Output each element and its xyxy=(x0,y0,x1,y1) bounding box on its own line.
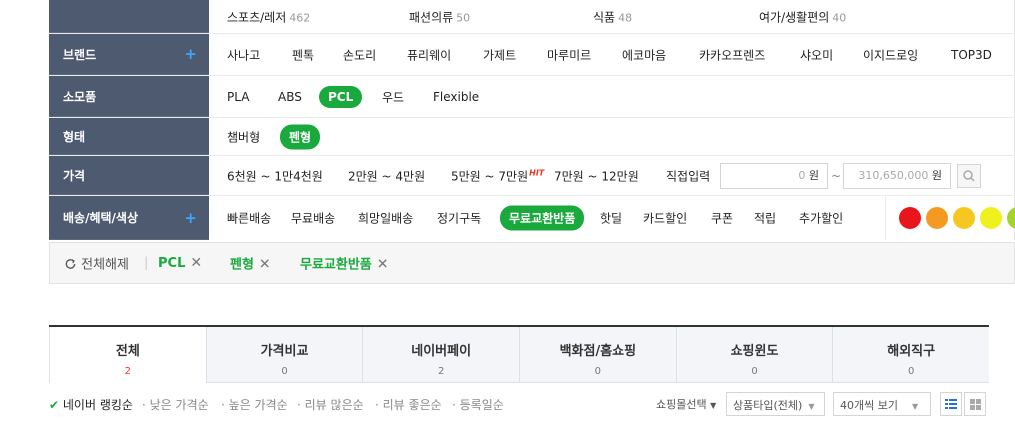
sort-ranking[interactable]: ✔ 네이버 랭킹순 xyxy=(49,396,133,413)
close-icon[interactable]: ✕ xyxy=(190,255,202,271)
grid-view-icon xyxy=(969,398,981,410)
selected-filter-chip[interactable]: 무료교환반품 ✕ xyxy=(300,254,389,273)
delivery-item[interactable]: 적립 xyxy=(754,210,776,227)
sort-bar: ✔ 네이버 랭킹순 · 낮은 가격순 · 높은 가격순 · 리뷰 많은순 · 리… xyxy=(49,392,989,416)
price-separator: ~ xyxy=(831,168,842,183)
delivery-item[interactable]: 희망일배송 xyxy=(358,210,413,227)
sort-review-count[interactable]: · 리뷰 많은순 xyxy=(297,396,364,413)
caret-down-icon: ▼ xyxy=(911,402,919,411)
selected-filter-chip[interactable]: PCL ✕ xyxy=(158,255,202,271)
price-range[interactable]: 7만원 ~ 12만원 xyxy=(554,167,639,184)
color-swatches xyxy=(885,196,1015,240)
color-swatch-orange[interactable] xyxy=(926,207,948,229)
category-item[interactable]: 식품 48 xyxy=(593,8,632,25)
price-search-button[interactable] xyxy=(957,163,981,188)
list-view-icon xyxy=(945,399,957,409)
form-row: 형태 챔버형 펜형 xyxy=(49,118,1015,156)
selected-filters-bar: 전체해제 | PCL ✕ 펜형 ✕ 무료교환반품 ✕ xyxy=(49,242,1015,284)
price-range[interactable]: 2만원 ~ 4만원 xyxy=(348,167,425,184)
brand-row: 브랜드 + 사나고 펜톡 손도리 퓨리웨이 가제트 마루미르 에코마음 카카오프렌… xyxy=(49,34,1015,76)
delivery-item[interactable]: 무료배송 xyxy=(291,210,335,227)
tab-department-store[interactable]: 백화점/홈쇼핑 0 xyxy=(520,327,677,383)
brand-item[interactable]: 퓨리웨이 xyxy=(407,46,451,63)
result-tabs: 전체 2 가격비교 0 네이버페이 2 백화점/홈쇼핑 0 쇼핑윈도 0 해외직구 0 xyxy=(49,325,990,383)
per-page-select[interactable]: 40개씩 보기 ▼ xyxy=(833,392,931,416)
tab-naverpay[interactable]: 네이버페이 2 xyxy=(363,327,521,383)
selected-filter-chip[interactable]: 펜형 ✕ xyxy=(230,254,271,273)
min-price-input[interactable]: 0 원 xyxy=(720,162,828,189)
category-item[interactable]: 스포츠/레저 462 xyxy=(227,8,310,25)
consumable-item[interactable]: 우드 xyxy=(382,88,404,105)
product-type-select[interactable]: 상품타입(전체) ▼ xyxy=(726,392,825,416)
close-icon[interactable]: ✕ xyxy=(259,257,271,273)
category-item[interactable]: 패션의류 50 xyxy=(409,8,470,25)
brand-item[interactable]: 샤오미 xyxy=(800,46,833,63)
consumable-item[interactable]: PLA xyxy=(227,90,249,104)
form-label: 형태 xyxy=(49,118,209,155)
expand-plus-icon[interactable]: + xyxy=(184,209,197,227)
consumable-row: 소모품 PLA ABS PCL 우드 Flexible xyxy=(49,76,1015,118)
delivery-item[interactable]: 정기구독 xyxy=(437,210,481,227)
form-item-selected[interactable]: 펜형 xyxy=(280,124,321,149)
delivery-item[interactable]: 빠른배송 xyxy=(227,210,271,227)
delivery-item[interactable]: 카드할인 xyxy=(643,210,687,227)
reset-filters-button[interactable]: 전체해제 xyxy=(64,254,129,273)
brand-item[interactable]: 카카오프렌즈 xyxy=(699,46,765,63)
price-row: 가격 6천원 ~ 1만4천원 2만원 ~ 4만원 5만원 ~ 7만원HIT 7만… xyxy=(49,156,1015,196)
category-item[interactable]: 여가/생활편의 40 xyxy=(759,8,846,25)
tab-price-compare[interactable]: 가격비교 0 xyxy=(206,327,364,383)
custom-price-label: 직접입력 xyxy=(666,169,711,183)
search-icon xyxy=(963,169,975,182)
color-swatch-red[interactable] xyxy=(899,207,921,229)
delivery-label: 배송/혜택/색상 + xyxy=(49,196,209,240)
close-icon[interactable]: ✕ xyxy=(377,257,389,273)
check-icon: ✔ xyxy=(49,398,60,412)
sort-low-price[interactable]: · 낮은 가격순 xyxy=(142,396,209,413)
category-label-cell xyxy=(49,0,209,33)
tab-overseas[interactable]: 해외직구 0 xyxy=(833,327,990,383)
brand-item[interactable]: TOP3D xyxy=(951,48,992,62)
mall-select-dropdown[interactable]: 쇼핑몰선택 ▼ xyxy=(656,396,716,412)
price-label: 가격 xyxy=(49,156,209,195)
brand-item[interactable]: 사나고 xyxy=(227,46,260,63)
consumable-label: 소모품 xyxy=(49,76,209,117)
consumable-item-selected[interactable]: PCL xyxy=(319,85,363,108)
tab-all[interactable]: 전체 2 xyxy=(49,327,207,383)
color-swatch-gold[interactable] xyxy=(953,207,975,229)
category-row: 스포츠/레저 462 패션의류 50 식품 48 여가/생활편의 40 xyxy=(49,0,1015,34)
brand-item[interactable]: 마루미르 xyxy=(547,46,591,63)
caret-down-icon: ▼ xyxy=(808,402,815,411)
brand-label: 브랜드 + xyxy=(49,34,209,75)
price-range[interactable]: 5만원 ~ 7만원HIT xyxy=(451,167,544,184)
grid-view-button[interactable] xyxy=(964,392,986,416)
form-item[interactable]: 챔버형 xyxy=(227,128,260,145)
caret-down-icon: ▼ xyxy=(710,401,717,410)
max-price-input[interactable]: 310,650,000 원 xyxy=(843,162,951,189)
sort-registered[interactable]: · 등록일순 xyxy=(452,396,504,413)
delivery-item-selected[interactable]: 무료교환반품 xyxy=(500,205,585,231)
brand-item[interactable]: 가제트 xyxy=(483,46,516,63)
price-range[interactable]: 6천원 ~ 1만4천원 xyxy=(227,167,323,184)
tab-shopping-window[interactable]: 쇼핑윈도 0 xyxy=(676,327,834,383)
hit-badge: HIT xyxy=(529,168,545,177)
filter-panel: 스포츠/레저 462 패션의류 50 식품 48 여가/생활편의 40 브랜드 + 사나고… xyxy=(49,0,1015,240)
divider: | xyxy=(144,255,149,271)
delivery-item[interactable]: 쿠폰 xyxy=(711,210,733,227)
delivery-item[interactable]: 추가할인 xyxy=(799,210,843,227)
sort-high-price[interactable]: · 높은 가격순 xyxy=(221,396,288,413)
color-swatch-green[interactable] xyxy=(1007,207,1015,229)
delivery-row: 배송/혜택/색상 + 빠른배송 무료배송 희망일배송 정기구독 무료교환반품 핫딜… xyxy=(49,196,1015,240)
brand-item[interactable]: 펜톡 xyxy=(292,46,314,63)
consumable-item[interactable]: Flexible xyxy=(433,90,479,104)
brand-item[interactable]: 손도리 xyxy=(343,46,376,63)
refresh-icon xyxy=(65,259,76,269)
sort-review-score[interactable]: · 리뷰 좋은순 xyxy=(375,396,442,413)
color-swatch-yellow[interactable] xyxy=(980,207,1002,229)
brand-item[interactable]: 에코마음 xyxy=(622,46,666,63)
brand-item[interactable]: 이지드로잉 xyxy=(863,46,918,63)
delivery-item[interactable]: 핫딜 xyxy=(600,210,622,227)
consumable-item[interactable]: ABS xyxy=(278,90,302,104)
list-view-button[interactable] xyxy=(940,392,962,416)
expand-plus-icon[interactable]: + xyxy=(184,45,197,63)
